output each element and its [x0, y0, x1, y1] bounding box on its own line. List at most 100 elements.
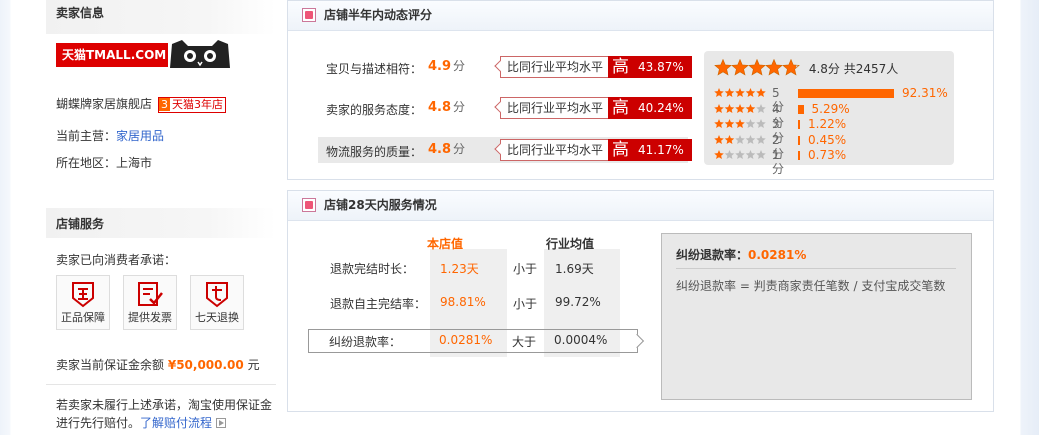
summary-score: 4.8分: [808, 61, 840, 76]
seller-info-title: 卖家信息: [46, 0, 276, 34]
rating-row-logistics[interactable]: 物流服务的质量： 4.8 分 比同行业平均水平 高 41.17%: [318, 137, 692, 163]
tmall-logo[interactable]: 天猫TMALL.COM: [56, 40, 232, 70]
rating-row-service[interactable]: 卖家的服务态度： 4.8 分 比同行业平均水平 高 40.24%: [318, 95, 692, 121]
distribution-star: [714, 150, 724, 160]
rating-panel-title: 店铺半年内动态评分: [324, 8, 433, 22]
distribution-star: [724, 119, 735, 129]
genuine-icon: [72, 282, 94, 308]
seller-sidebar: 卖家信息 天猫TMALL.COM 蝴蝶牌家居旗舰店 3 天猫3年店 当前主营：家居用…: [46, 0, 276, 435]
distribution-star: [735, 134, 745, 144]
shop-name[interactable]: 蝴蝶牌家居旗舰店: [56, 97, 152, 111]
rating-score: 4.8 分: [428, 142, 466, 157]
distribution-star: [735, 150, 745, 160]
distribution-star: [745, 134, 756, 144]
tmall-cat-icon: [170, 40, 230, 68]
summary-count: 共2457人: [843, 61, 899, 76]
distribution-stars-icon: [714, 103, 766, 113]
distribution-bar: [798, 151, 800, 160]
distribution-star: [756, 119, 766, 129]
main-category-link[interactable]: 家居用品: [116, 129, 164, 143]
rating-score: 4.8 分: [428, 100, 466, 115]
dispute-detail-title: 纠纷退款率：0.0281%: [676, 248, 807, 262]
invoice-icon: [138, 282, 163, 306]
distribution-star: [735, 88, 745, 98]
distribution-bar: [798, 135, 800, 145]
industry-compare: 比同行业平均水平 高 43.87%: [494, 56, 692, 78]
distribution-label: 1分: [772, 148, 785, 176]
distribution-star: [724, 150, 735, 160]
distribution-star: [735, 119, 745, 129]
distribution-stars-icon: [714, 134, 766, 144]
distribution-star: [735, 103, 745, 113]
distribution-star: [714, 134, 724, 144]
dispute-formula: 纠纷退款率 = 判责商家责任笔数 / 支付宝成交笔数: [676, 279, 946, 293]
badge-seven-day-return[interactable]: 七天退换: [190, 275, 244, 330]
main-category-line: 当前主营：家居用品: [56, 129, 165, 143]
summary-star: [782, 58, 800, 76]
distribution-stars-icon: [714, 150, 766, 160]
distribution-percent: 1.22%: [808, 117, 847, 131]
badge-invoice[interactable]: 提供发票: [123, 275, 177, 330]
dispute-detail-box: 纠纷退款率：0.0281% 纠纷退款率 = 判责商家责任笔数 / 支付宝成交笔数: [661, 233, 972, 400]
compare-high-badge: 高 40.24%: [608, 97, 692, 119]
distribution-star: [724, 134, 735, 144]
rating-distribution: 4.8分 共2457人 5分 92.31% 4分 5.29% 3分 1.22% 2分 0.45…: [704, 51, 954, 176]
distribution-star: [745, 119, 756, 129]
industry-compare: 比同行业平均水平 高 40.24%: [494, 97, 692, 119]
rating-row-description[interactable]: 宝贝与描述相符： 4.9 分 比同行业平均水平 高 43.87%: [318, 54, 692, 80]
compensation-process-link[interactable]: 了解赔付流程: [140, 416, 212, 430]
rating-score: 4.9 分: [428, 59, 466, 74]
summary-star: [765, 58, 783, 76]
distribution-star: [714, 103, 724, 113]
deposit-amount: ¥50,000.00: [167, 358, 244, 372]
badge-genuine[interactable]: 正品保障: [56, 275, 110, 330]
distribution-star: [745, 103, 756, 113]
distribution-percent: 92.31%: [902, 86, 948, 100]
service-row-refund-duration[interactable]: 退款完结时长： 1.23天 小于 1.69天: [308, 256, 638, 280]
summary-stars-icon: [714, 58, 800, 76]
compensation-notice: 若卖家未履行上述承诺，淘宝使用保证金进行先行赔付。了解赔付流程: [56, 398, 273, 430]
distribution-star: [745, 150, 756, 160]
distribution-percent: 0.73%: [808, 148, 847, 162]
distribution-star: [745, 88, 756, 98]
tmall-years-badge[interactable]: 3 天猫3年店: [158, 97, 227, 113]
service-row-dispute-rate[interactable]: 纠纷退款率： 0.0281% 大于 0.0004%: [308, 329, 638, 353]
dispute-detail-divider: [676, 268, 956, 269]
distribution-star: [756, 103, 766, 113]
seven-day-return-icon: [206, 282, 228, 308]
play-arrow-icon[interactable]: [215, 418, 226, 428]
location-line: 所在地区：上海市: [56, 156, 153, 170]
summary-star: [748, 58, 766, 76]
service-panel-header: 店铺28天内服务情况: [288, 191, 993, 221]
distribution-star: [714, 88, 724, 98]
distribution-star: [714, 119, 724, 129]
col-header-shop: 本店值: [427, 237, 464, 251]
distribution-bar: [798, 89, 894, 98]
rating-summary: 4.8分 共2457人: [714, 58, 899, 79]
distribution-stars-icon: [714, 119, 766, 129]
col-header-industry: 行业均值: [546, 237, 595, 251]
summary-star: [714, 58, 732, 76]
distribution-bar: [798, 104, 804, 114]
summary-star: [731, 58, 749, 76]
shop-service-title: 店铺服务: [46, 208, 276, 238]
industry-compare: 比同行业平均水平 高 41.17%: [494, 139, 692, 161]
deposit-line: 卖家当前保证金余额 ¥50,000.00 元: [56, 358, 260, 372]
compare-high-badge: 高 43.87%: [608, 56, 692, 78]
distribution-percent: 0.45%: [808, 132, 847, 147]
rating-panel-header: 店铺半年内动态评分: [288, 1, 993, 31]
panel-title-icon: [302, 198, 316, 212]
compare-high-badge: 高 41.17%: [608, 139, 692, 161]
service-row-refund-self-rate[interactable]: 退款自主完结率： 98.81% 小于 99.72%: [308, 291, 638, 315]
service-panel-title: 店铺28天内服务情况: [324, 198, 437, 212]
tmall-logo-text: 天猫TMALL.COM: [56, 43, 168, 67]
distribution-star: [756, 134, 766, 144]
panel-title-icon: [302, 8, 316, 22]
distribution-bar: [798, 120, 800, 129]
distribution-star: [756, 88, 766, 98]
distribution-percent: 5.29%: [811, 101, 850, 116]
distribution-star: [756, 150, 766, 160]
distribution-star: [724, 103, 735, 113]
promise-text: 卖家已向消费者承诺：: [56, 253, 177, 267]
sidebar-divider: [46, 384, 276, 385]
